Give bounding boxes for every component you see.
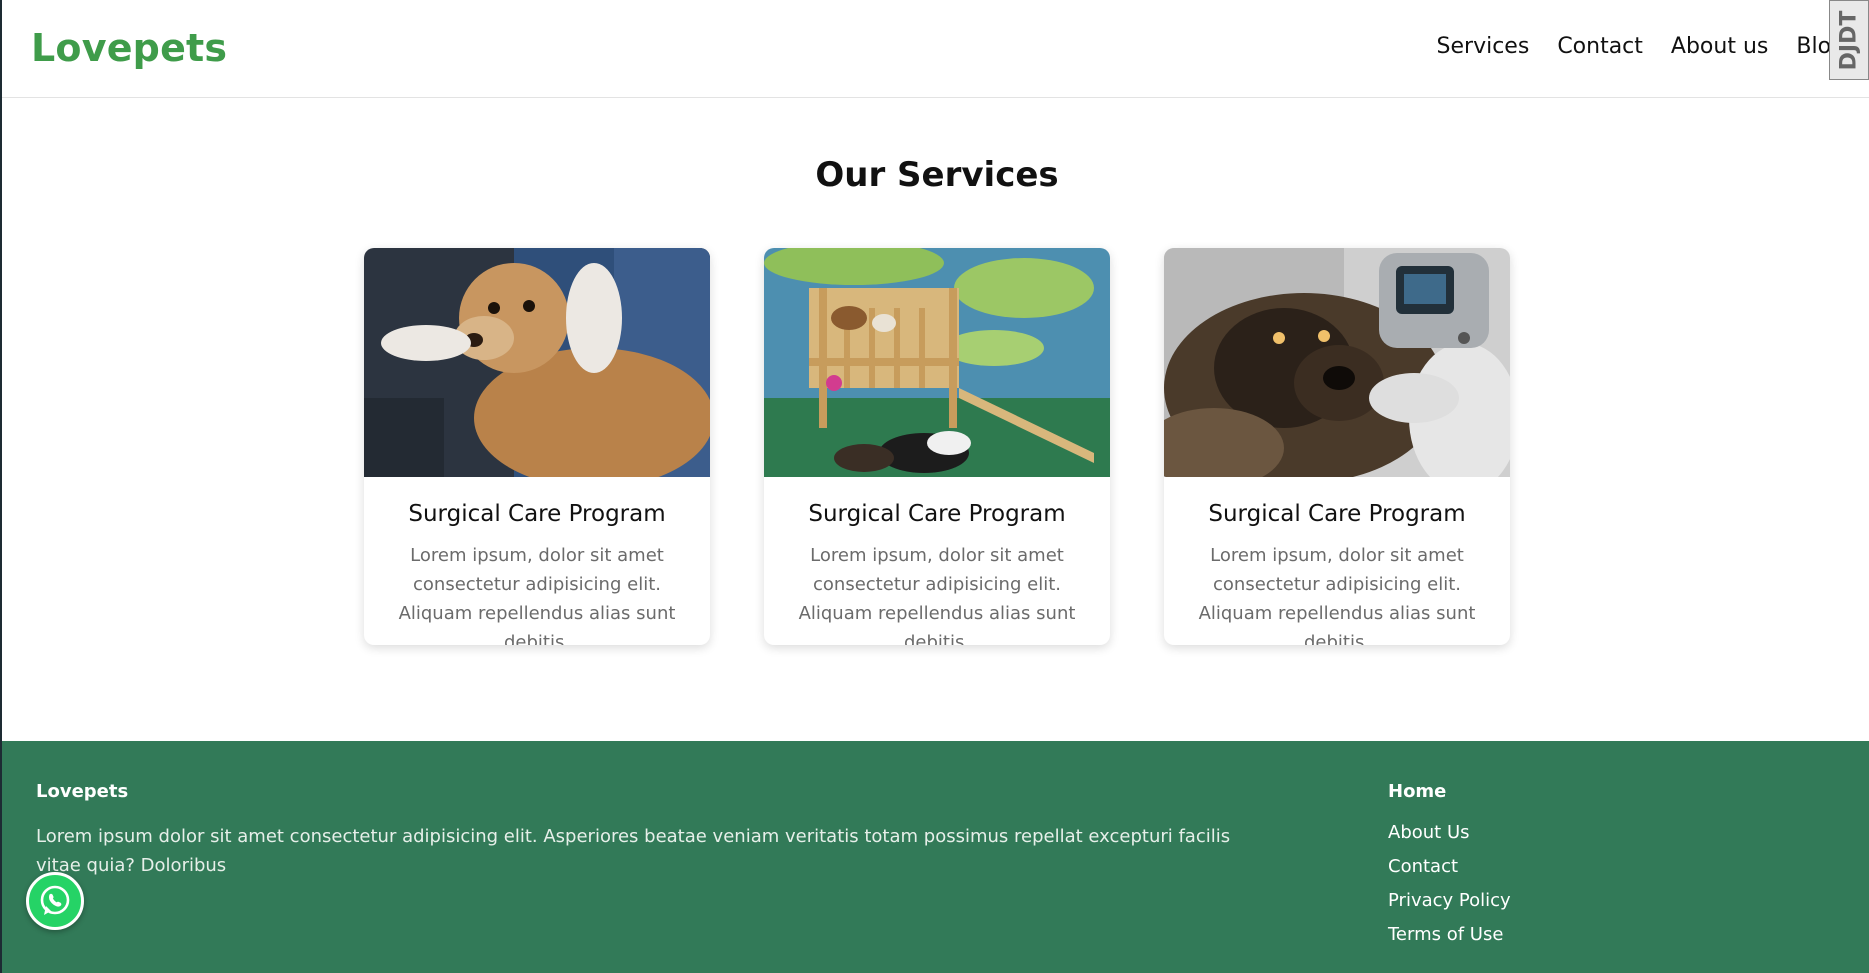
debug-toolbar-handle[interactable]: DJDT [1829,0,1869,80]
service-card[interactable]: Surgical Care Program Lorem ipsum, dolor… [1164,248,1510,645]
footer-link-about-us[interactable]: About Us [1388,822,1511,843]
footer-brand: Lovepets [36,781,129,802]
main-nav: Services Contact About us Blog [1409,34,1845,59]
window-edge [0,0,2,973]
card-text: Lorem ipsum, dolor sit amet consectetur … [398,545,676,645]
whatsapp-icon[interactable] [26,872,84,930]
vet-examining-dog-photo [364,248,710,477]
footer-link-terms-of-use[interactable]: Terms of Use [1388,924,1511,945]
logo[interactable]: Lovepets [31,26,227,70]
service-card[interactable]: Surgical Care Program Lorem ipsum, dolor… [364,248,710,645]
footer-description: Lorem ipsum dolor sit amet consectetur a… [36,826,1231,876]
card-title: Surgical Care Program [808,501,1066,527]
services-cards: Surgical Care Program Lorem ipsum, dolor… [364,248,1510,645]
nav-contact[interactable]: Contact [1557,34,1643,59]
footer-links: Home About Us Contact Privacy Policy Ter… [1388,781,1511,958]
card-text: Lorem ipsum, dolor sit amet consectetur … [1198,545,1476,645]
nav-about-us[interactable]: About us [1671,34,1768,59]
card-title: Surgical Care Program [1208,501,1466,527]
site-footer: Lovepets Lorem ipsum dolor sit amet cons… [2,741,1869,973]
site-header: Lovepets Services Contact About us Blog … [0,0,1869,98]
dog-daycare-playroom-photo [764,248,1110,477]
card-text: Lorem ipsum, dolor sit amet consectetur … [798,545,1076,645]
dog-temperature-check-photo [1164,248,1510,477]
footer-link-home[interactable]: Home [1388,781,1511,802]
service-card[interactable]: Surgical Care Program Lorem ipsum, dolor… [764,248,1110,645]
footer-link-contact[interactable]: Contact [1388,856,1511,877]
services-title: Our Services [815,155,1059,195]
nav-services[interactable]: Services [1437,34,1530,59]
card-title: Surgical Care Program [408,501,666,527]
footer-link-privacy-policy[interactable]: Privacy Policy [1388,890,1511,911]
